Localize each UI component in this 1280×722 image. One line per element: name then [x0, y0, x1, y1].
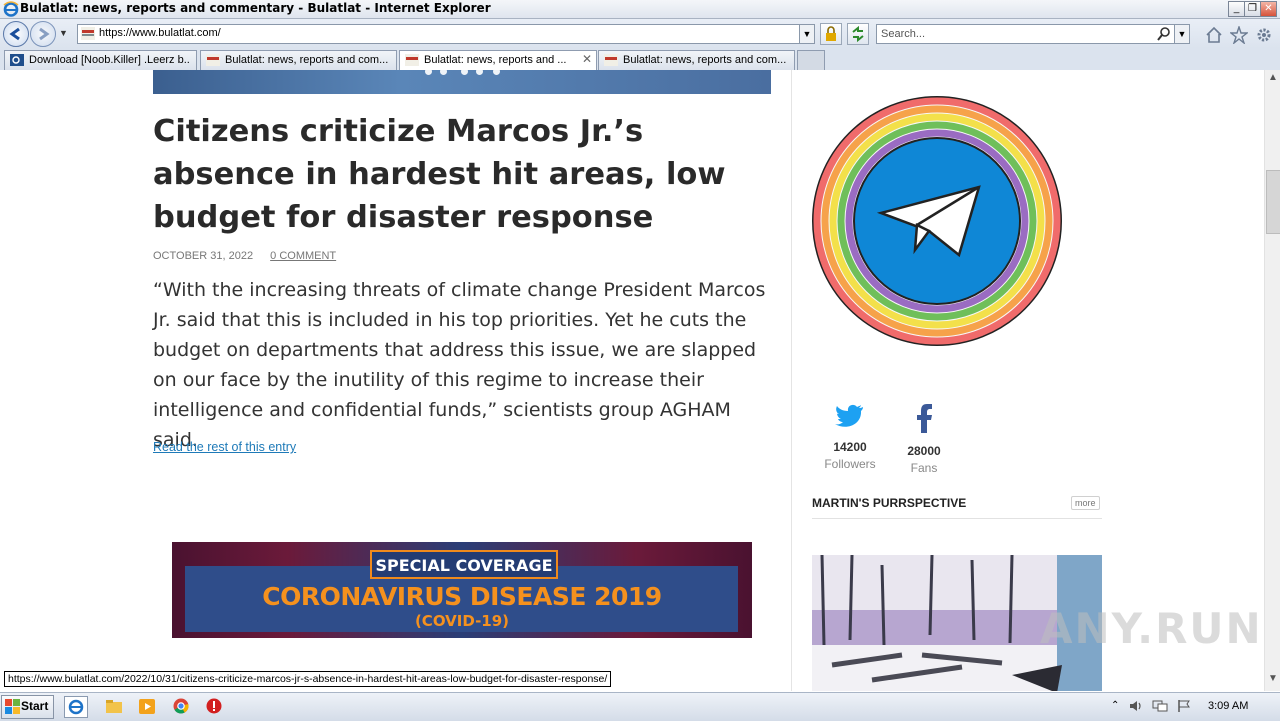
taskbar-clock[interactable]: 3:09 AM	[1208, 700, 1248, 712]
file-explorer-icon[interactable]	[103, 696, 125, 716]
search-box[interactable]: Search... ▼	[876, 24, 1190, 44]
search-placeholder[interactable]: Search...	[881, 28, 925, 40]
media-player-icon[interactable]	[136, 696, 158, 716]
scroll-down-icon[interactable]: ▼	[1265, 671, 1280, 687]
slider-dot[interactable]	[461, 70, 468, 75]
favorites-star-icon[interactable]	[1230, 26, 1248, 44]
facebook-count: 28000	[907, 444, 941, 458]
close-window-button[interactable]: ✕	[1260, 1, 1277, 17]
back-arrow-icon	[9, 27, 20, 41]
network-icon[interactable]	[1152, 699, 1168, 713]
window-title: Bulatlat: news, reports and commentary -…	[20, 1, 491, 15]
slider-dot[interactable]	[493, 70, 500, 75]
column-divider	[791, 70, 792, 691]
more-button[interactable]: more	[1071, 496, 1100, 510]
bulatlat-favicon-icon	[81, 27, 95, 40]
volume-icon[interactable]	[1128, 699, 1144, 713]
tab-label: Bulatlat: news, reports and com...	[225, 54, 389, 66]
telegram-icon[interactable]	[811, 95, 1063, 347]
minimize-button[interactable]: _	[1228, 1, 1245, 17]
article-date: OCTOBER 31, 2022	[153, 250, 254, 262]
featured-slider-image[interactable]	[153, 70, 771, 94]
tab-label: Bulatlat: news, reports and com...	[623, 54, 787, 66]
article-excerpt: “With the increasing threats of climate …	[153, 279, 766, 451]
page-content: Citizens criticize Marcos Jr.’s absence …	[0, 70, 1264, 691]
slider-dot[interactable]	[476, 70, 483, 75]
bulatlat-tab-icon	[206, 54, 220, 66]
comment-count-link[interactable]: 0 COMMENT	[270, 250, 336, 262]
search-page-tab-icon	[10, 54, 24, 66]
slider-dot[interactable]	[440, 70, 447, 75]
taskbar-internet-explorer[interactable]	[64, 696, 88, 718]
status-bar-url: https://www.bulatlat.com/2022/10/31/citi…	[4, 671, 612, 687]
home-icon[interactable]	[1205, 26, 1223, 44]
refresh-button[interactable]	[847, 23, 869, 45]
facebook-fans-widget[interactable]: 28000 Fans	[900, 403, 948, 475]
search-dropdown-icon[interactable]: ▼	[1174, 25, 1189, 43]
taskbar	[0, 692, 1280, 721]
twitter-label: Followers	[824, 457, 876, 471]
vertical-scrollbar[interactable]: ▲ ▼	[1264, 70, 1280, 691]
tab-bulatlat-3[interactable]: Bulatlat: news, reports and com...	[598, 50, 795, 71]
address-url[interactable]: https://www.bulatlat.com/	[99, 27, 221, 39]
banner-tag-box: SPECIAL COVERAGE	[370, 550, 558, 579]
close-tab-icon[interactable]: ✕	[582, 52, 592, 66]
forward-arrow-icon	[39, 27, 50, 41]
address-bar[interactable]: https://www.bulatlat.com/ ▼	[77, 24, 815, 44]
antivirus-icon[interactable]	[203, 696, 225, 716]
scroll-thumb[interactable]	[1266, 170, 1280, 234]
start-button[interactable]: Start	[1, 695, 54, 719]
bulatlat-tab-icon	[604, 54, 618, 66]
search-icon[interactable]	[1156, 26, 1172, 42]
address-dropdown-icon[interactable]: ▼	[799, 25, 814, 43]
article-meta: OCTOBER 31, 2022 0 COMMENT	[153, 250, 336, 262]
new-tab-button[interactable]	[797, 50, 825, 71]
twitter-count: 14200	[833, 440, 867, 454]
twitter-followers-widget[interactable]: 14200 Followers	[822, 403, 878, 471]
restore-button[interactable]: ❐	[1244, 1, 1261, 17]
security-lock-button[interactable]	[820, 23, 842, 45]
recent-pages-dropdown-icon[interactable]: ▼	[59, 28, 68, 38]
tab-download-noob-killer[interactable]: Download [Noob.Killer] .Leerz b...	[4, 50, 197, 71]
tab-bulatlat-active[interactable]: Bulatlat: news, reports and ... ✕	[399, 50, 597, 71]
tab-bulatlat-1[interactable]: Bulatlat: news, reports and com...	[200, 50, 397, 71]
banner-title: CORONAVIRUS DISEASE 2019	[262, 582, 662, 611]
facebook-label: Fans	[910, 461, 938, 475]
bulatlat-tab-icon	[405, 54, 419, 66]
lock-icon	[826, 26, 836, 41]
scroll-up-icon[interactable]: ▲	[1265, 70, 1280, 86]
slider-dot[interactable]	[425, 70, 432, 75]
internet-explorer-icon	[68, 699, 84, 715]
section-divider	[812, 518, 1102, 519]
sidebar-section-title: MARTIN'S PURRSPECTIVE	[812, 496, 967, 510]
start-label: Start	[21, 699, 49, 713]
window-title-bar: Bulatlat: news, reports and commentary -…	[0, 0, 1280, 19]
banner-subtitle: (COVID-19)	[414, 612, 510, 630]
show-hidden-icons-icon[interactable]: ⌃	[1111, 700, 1119, 711]
internet-explorer-icon	[3, 1, 19, 17]
settings-gear-icon[interactable]	[1255, 26, 1273, 44]
back-button[interactable]	[3, 21, 29, 47]
twitter-icon[interactable]	[835, 403, 865, 429]
refresh-icon	[852, 25, 864, 43]
windows-logo-icon	[5, 699, 20, 714]
tab-label: Download [Noob.Killer] .Leerz b...	[29, 54, 190, 66]
banner-tag: SPECIAL COVERAGE	[375, 556, 553, 575]
forward-button[interactable]	[30, 21, 56, 47]
anyrun-watermark: ANY.RUN	[1040, 604, 1263, 653]
facebook-icon[interactable]	[915, 403, 933, 433]
special-coverage-banner[interactable]: SPECIAL COVERAGE CORONAVIRUS DISEASE 201…	[172, 542, 752, 638]
article-headline[interactable]: Citizens criticize Marcos Jr.’s absence …	[153, 110, 773, 239]
read-more-link[interactable]: Read the rest of this entry	[153, 440, 296, 454]
action-center-flag-icon[interactable]	[1176, 699, 1192, 713]
tab-label: Bulatlat: news, reports and ...	[424, 54, 567, 66]
chrome-icon[interactable]	[170, 696, 192, 716]
